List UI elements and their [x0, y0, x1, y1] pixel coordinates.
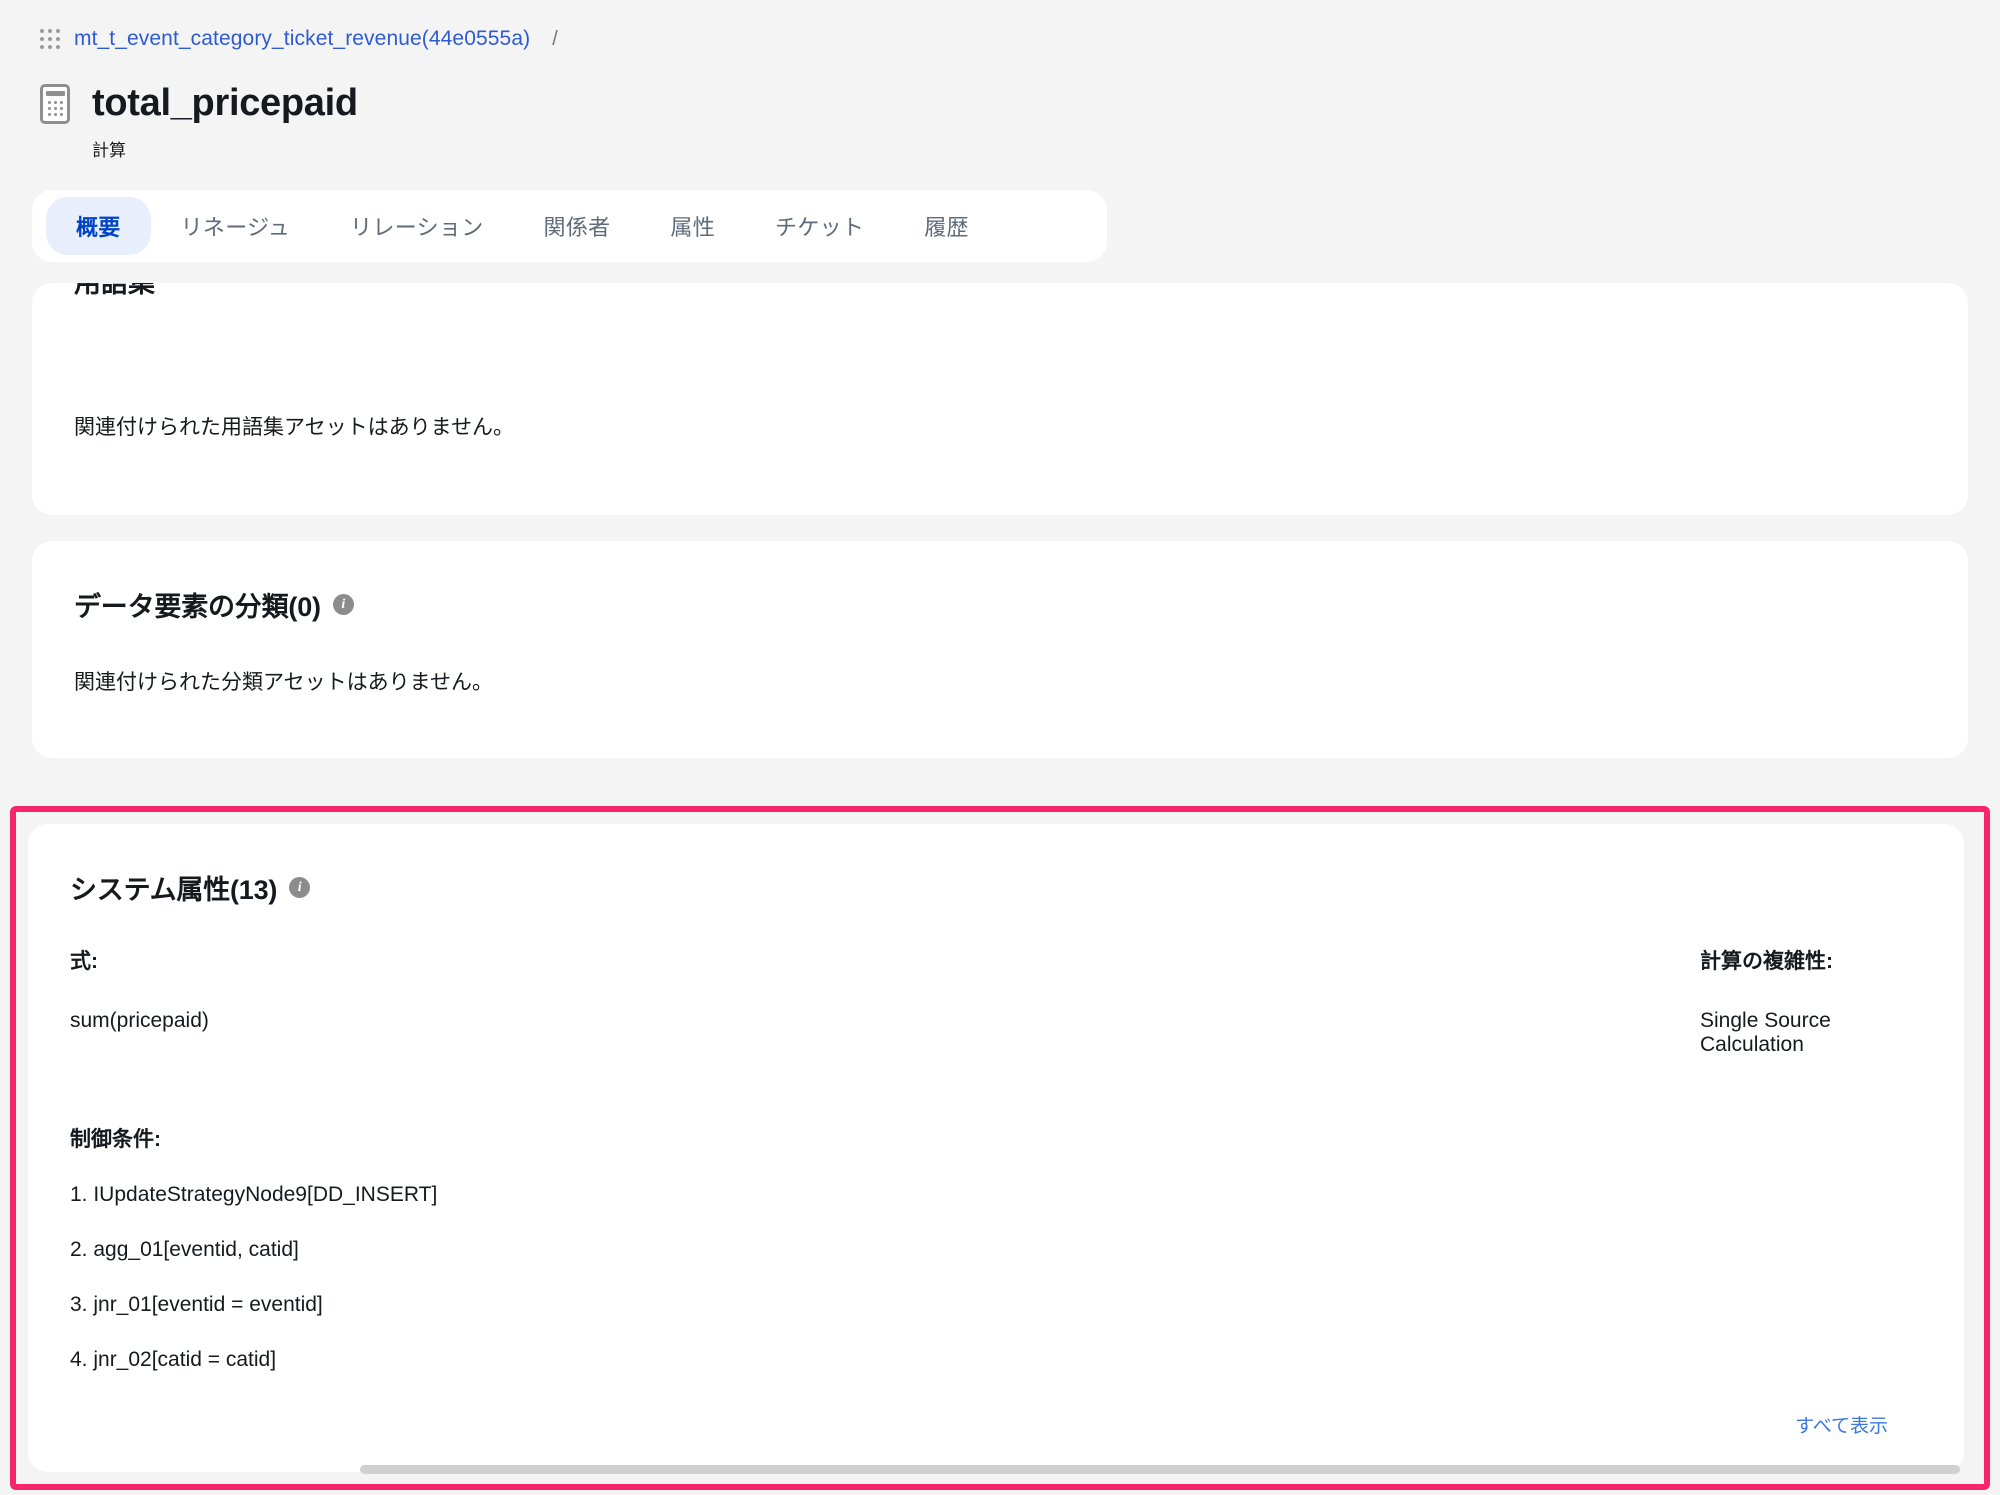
classification-empty-text: 関連付けられた分類アセットはありません。: [74, 671, 493, 694]
page-header: total_pricepaid 計算: [0, 56, 2000, 161]
control-condition-item: 4. jnr_02[catid = catid]: [70, 1348, 277, 1371]
tab-relations[interactable]: リレーション: [320, 197, 513, 255]
control-condition-item: 1. IUpdateStrategyNode9[DD_INSERT]: [70, 1183, 438, 1206]
highlight-box-system-attributes: システム属性(13) i 式: sum(pricepaid) 計算の複雑性: S…: [10, 806, 1990, 1490]
tab-overview[interactable]: 概要: [46, 197, 151, 255]
view-all-link[interactable]: すべて表示: [1795, 1411, 1888, 1438]
control-condition-item: 3. jnr_01[eventid = eventid]: [70, 1293, 323, 1316]
tab-stakeholders[interactable]: 関係者: [514, 197, 641, 255]
horizontal-scrollbar[interactable]: [360, 1465, 1960, 1474]
classification-header: データ要素の分類(0) i: [32, 541, 1968, 624]
waffle-grid-icon[interactable]: [40, 29, 60, 49]
breadcrumb: mt_t_event_category_ticket_revenue(44e05…: [0, 0, 2000, 56]
page-root: mt_t_event_category_ticket_revenue(44e05…: [0, 0, 2000, 1495]
control-condition-item: 2. agg_01[eventid, catid]: [70, 1238, 299, 1261]
classification-title: データ要素の分類(0): [74, 592, 321, 622]
title-row: total_pricepaid: [40, 82, 2000, 125]
asset-type-subtitle: 計算: [92, 141, 126, 160]
control-conditions-section: 制御条件: 1. IUpdateStrategyNode9[DD_INSERT]…: [28, 1057, 1964, 1372]
card-system-attributes: システム属性(13) i 式: sum(pricepaid) 計算の複雑性: S…: [28, 824, 1964, 1472]
tab-lineage[interactable]: リネージュ: [151, 197, 321, 255]
complexity-value: Single Source Calculation: [1700, 1009, 1831, 1056]
system-attributes-title: システム属性(13): [70, 875, 278, 905]
tab-attributes[interactable]: 属性: [640, 197, 745, 255]
complexity-label: 計算の複雑性:: [1700, 950, 1833, 973]
expression-label: 式:: [70, 950, 98, 973]
breadcrumb-separator: /: [552, 27, 558, 50]
expression-column: 式: sum(pricepaid): [70, 945, 996, 1057]
calculator-icon: [40, 83, 70, 124]
tab-tickets[interactable]: チケット: [745, 197, 894, 255]
glossary-empty-text: 関連付けられた用語集アセットはありません。: [74, 416, 514, 439]
tab-bar: 概要 リネージュ リレーション 関係者 属性 チケット 履歴: [32, 190, 1107, 262]
complexity-column: 計算の複雑性: Single Source Calculation: [996, 945, 1922, 1057]
content-area: 用語集 関連付けられた用語集アセットはありません。 データ要素の分類(0) i …: [0, 283, 2000, 758]
card-classification: データ要素の分類(0) i 関連付けられた分類アセットはありません。: [32, 541, 1968, 758]
glossary-title: 用語集: [74, 283, 155, 298]
breadcrumb-link-dataset[interactable]: mt_t_event_category_ticket_revenue(44e05…: [74, 27, 530, 51]
card-glossary: 用語集 関連付けられた用語集アセットはありません。: [32, 283, 1968, 515]
system-attributes-header: システム属性(13) i: [28, 824, 1964, 907]
view-all-row: すべて表示: [28, 1403, 1964, 1438]
glossary-clipped-header: 用語集: [32, 283, 1968, 411]
tab-history[interactable]: 履歴: [894, 197, 999, 255]
page-title: total_pricepaid: [92, 82, 358, 124]
info-icon[interactable]: i: [289, 877, 311, 898]
expression-value: sum(pricepaid): [70, 1009, 209, 1032]
system-attributes-grid: 式: sum(pricepaid) 計算の複雑性: Single Source …: [28, 907, 1964, 1057]
info-icon[interactable]: i: [332, 594, 354, 615]
control-conditions-label: 制御条件:: [70, 1128, 161, 1151]
